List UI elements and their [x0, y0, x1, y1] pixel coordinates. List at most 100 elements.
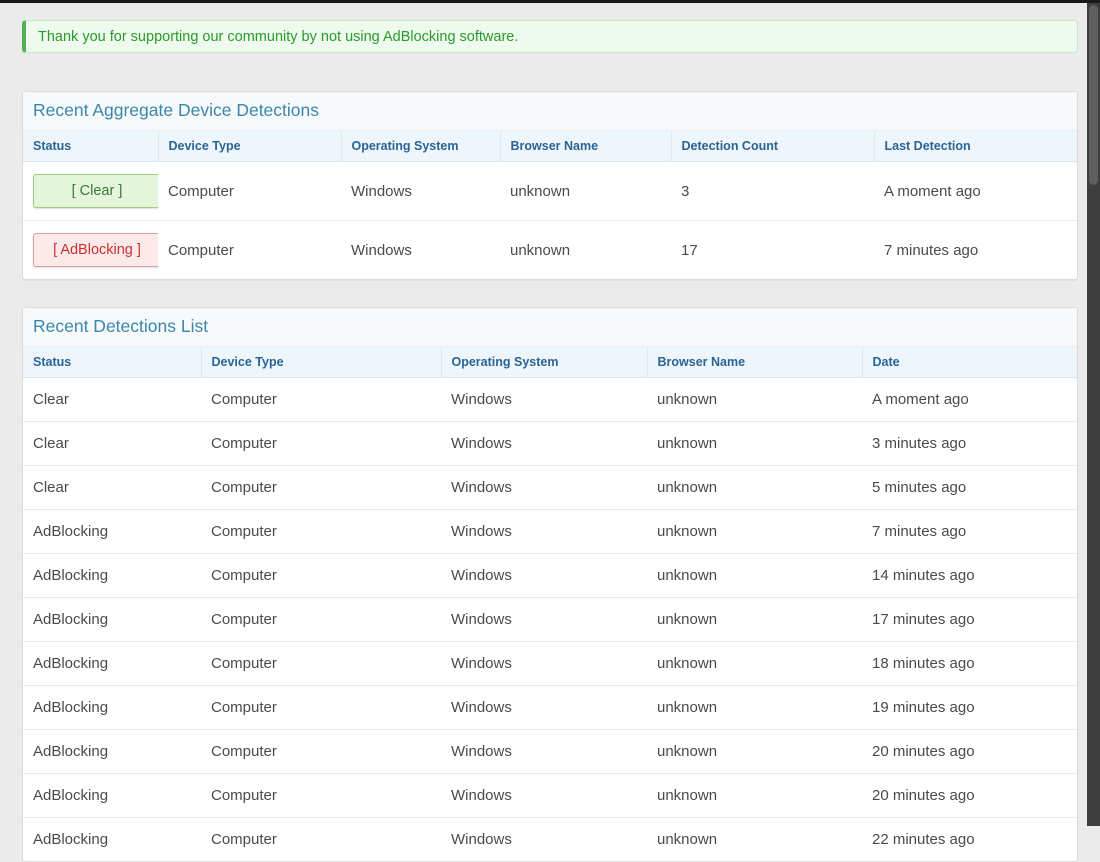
status-cell: AdBlocking	[23, 554, 201, 598]
browser-name-cell: unknown	[647, 554, 862, 598]
device-type-cell: Computer	[201, 642, 441, 686]
date-cell: 17 minutes ago	[862, 598, 1077, 642]
detection-count-cell: 17	[671, 221, 874, 280]
detection-table-row: AdBlocking Computer Windows unknown 22 m…	[23, 818, 1077, 862]
date-cell: 20 minutes ago	[862, 774, 1077, 818]
browser-name-cell: unknown	[647, 642, 862, 686]
detection-table-row: AdBlocking Computer Windows unknown 20 m…	[23, 774, 1077, 818]
detection-table-row: Clear Computer Windows unknown A moment …	[23, 378, 1077, 422]
column-header: Operating System	[341, 131, 500, 162]
detection-table-row: AdBlocking Computer Windows unknown 14 m…	[23, 554, 1077, 598]
column-header: Date	[862, 347, 1077, 378]
date-cell: 22 minutes ago	[862, 818, 1077, 862]
aggregate-detections-table: StatusDevice TypeOperating SystemBrowser…	[23, 131, 1077, 279]
detections-header-row: StatusDevice TypeOperating SystemBrowser…	[23, 347, 1077, 378]
operating-system-cell: Windows	[441, 466, 647, 510]
operating-system-cell: Windows	[441, 598, 647, 642]
aggregate-table-row: [ AdBlocking ] Computer Windows unknown …	[23, 221, 1077, 280]
aggregate-panel-title: Recent Aggregate Device Detections	[23, 92, 1077, 131]
status-cell: AdBlocking	[23, 510, 201, 554]
column-header: Operating System	[441, 347, 647, 378]
browser-name-cell: unknown	[647, 818, 862, 862]
device-type-cell: Computer	[201, 730, 441, 774]
detection-count-cell: 3	[671, 162, 874, 221]
date-cell: 5 minutes ago	[862, 466, 1077, 510]
detections-table-body: Clear Computer Windows unknown A moment …	[23, 378, 1077, 862]
date-cell: 3 minutes ago	[862, 422, 1077, 466]
detection-table-row: Clear Computer Windows unknown 3 minutes…	[23, 422, 1077, 466]
column-header: Detection Count	[671, 131, 874, 162]
browser-name-cell: unknown	[500, 162, 671, 221]
status-cell: Clear	[23, 378, 201, 422]
scrollbar-thumb[interactable]	[1089, 5, 1098, 185]
column-header: Device Type	[201, 347, 441, 378]
status-cell: Clear	[23, 422, 201, 466]
aggregate-table-body: [ Clear ] Computer Windows unknown 3 A m…	[23, 162, 1077, 280]
date-cell: 7 minutes ago	[862, 510, 1077, 554]
column-header: Status	[23, 131, 158, 162]
browser-name-cell: unknown	[500, 221, 671, 280]
device-type-cell: Computer	[201, 774, 441, 818]
operating-system-cell: Windows	[441, 730, 647, 774]
browser-name-cell: unknown	[647, 466, 862, 510]
detection-table-row: AdBlocking Computer Windows unknown 17 m…	[23, 598, 1077, 642]
detection-table-row: AdBlocking Computer Windows unknown 18 m…	[23, 642, 1077, 686]
browser-name-cell: unknown	[647, 774, 862, 818]
status-cell: AdBlocking	[23, 642, 201, 686]
content-area: Thank you for supporting our community b…	[22, 20, 1078, 862]
status-cell: AdBlocking	[23, 774, 201, 818]
date-cell: 18 minutes ago	[862, 642, 1077, 686]
device-type-cell: Computer	[201, 686, 441, 730]
window-top-edge	[0, 0, 1100, 3]
device-type-cell: Computer	[201, 466, 441, 510]
operating-system-cell: Windows	[441, 774, 647, 818]
column-header: Device Type	[158, 131, 341, 162]
status-cell: AdBlocking	[23, 818, 201, 862]
recent-detections-table: StatusDevice TypeOperating SystemBrowser…	[23, 347, 1077, 861]
status-cell: [ AdBlocking ]	[23, 221, 158, 280]
detection-table-row: AdBlocking Computer Windows unknown 19 m…	[23, 686, 1077, 730]
date-cell: 19 minutes ago	[862, 686, 1077, 730]
date-cell: 20 minutes ago	[862, 730, 1077, 774]
operating-system-cell: Windows	[441, 686, 647, 730]
status-cell: [ Clear ]	[23, 162, 158, 221]
browser-name-cell: unknown	[647, 598, 862, 642]
detections-panel-title: Recent Detections List	[23, 308, 1077, 347]
operating-system-cell: Windows	[441, 378, 647, 422]
device-type-cell: Computer	[158, 162, 341, 221]
status-badge[interactable]: [ Clear ]	[33, 174, 158, 208]
status-badge[interactable]: [ AdBlocking ]	[33, 233, 158, 267]
detection-table-row: Clear Computer Windows unknown 5 minutes…	[23, 466, 1077, 510]
detection-table-row: AdBlocking Computer Windows unknown 7 mi…	[23, 510, 1077, 554]
browser-name-cell: unknown	[647, 730, 862, 774]
status-cell: Clear	[23, 466, 201, 510]
column-header: Browser Name	[500, 131, 671, 162]
operating-system-cell: Windows	[441, 422, 647, 466]
success-alert: Thank you for supporting our community b…	[22, 20, 1078, 53]
browser-name-cell: unknown	[647, 686, 862, 730]
operating-system-cell: Windows	[441, 554, 647, 598]
device-type-cell: Computer	[158, 221, 341, 280]
operating-system-cell: Windows	[441, 818, 647, 862]
alert-text: Thank you for supporting our community b…	[38, 29, 518, 45]
aggregate-header-row: StatusDevice TypeOperating SystemBrowser…	[23, 131, 1077, 162]
device-type-cell: Computer	[201, 818, 441, 862]
scrollbar-track[interactable]	[1087, 0, 1100, 826]
status-cell: AdBlocking	[23, 598, 201, 642]
browser-name-cell: unknown	[647, 378, 862, 422]
last-detection-cell: 7 minutes ago	[874, 221, 1077, 280]
column-header: Browser Name	[647, 347, 862, 378]
aggregate-table-row: [ Clear ] Computer Windows unknown 3 A m…	[23, 162, 1077, 221]
operating-system-cell: Windows	[441, 642, 647, 686]
column-header: Last Detection	[874, 131, 1077, 162]
detection-table-row: AdBlocking Computer Windows unknown 20 m…	[23, 730, 1077, 774]
column-header: Status	[23, 347, 201, 378]
device-type-cell: Computer	[201, 378, 441, 422]
browser-name-cell: unknown	[647, 510, 862, 554]
page: Thank you for supporting our community b…	[0, 0, 1087, 826]
device-type-cell: Computer	[201, 422, 441, 466]
status-cell: AdBlocking	[23, 686, 201, 730]
date-cell: A moment ago	[862, 378, 1077, 422]
device-type-cell: Computer	[201, 598, 441, 642]
operating-system-cell: Windows	[341, 162, 500, 221]
